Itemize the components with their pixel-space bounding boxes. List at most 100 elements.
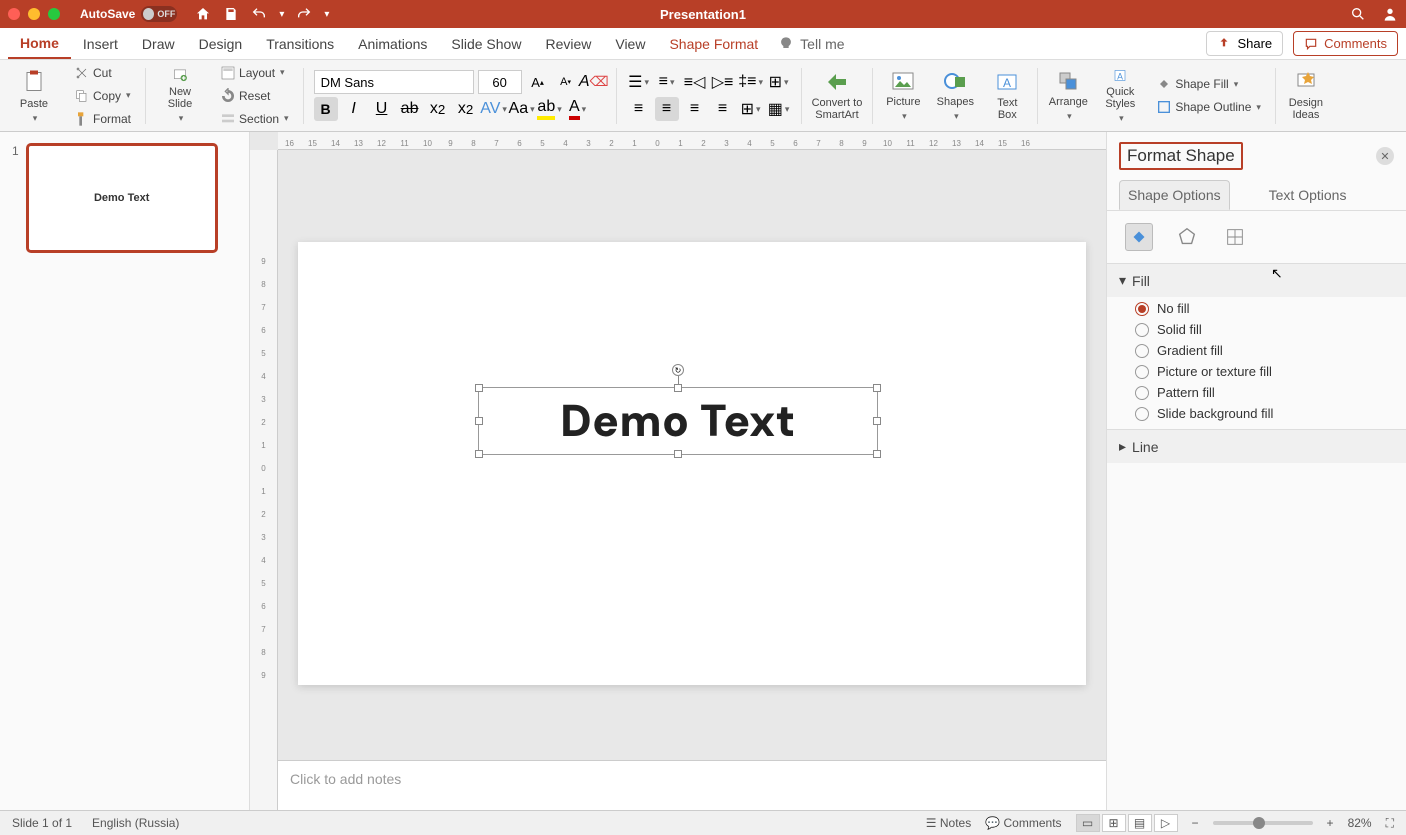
columns-button[interactable]: ▦▾ xyxy=(767,97,791,121)
arrange-button[interactable]: Arrange▾ xyxy=(1044,66,1092,126)
shapes-button[interactable]: Shapes▾ xyxy=(931,66,979,126)
resize-handle[interactable] xyxy=(475,450,483,458)
fill-pattern-radio[interactable]: Pattern fill xyxy=(1135,385,1394,400)
language-indicator[interactable]: English (Russia) xyxy=(92,816,179,830)
fit-window-button[interactable]: ⛶ xyxy=(1386,816,1394,831)
maximize-window-icon[interactable] xyxy=(48,8,60,20)
quick-styles-button[interactable]: A Quick Styles▾ xyxy=(1096,66,1144,126)
tab-shape-format[interactable]: Shape Format xyxy=(657,30,770,58)
chevron-down-icon[interactable]: ▾ xyxy=(279,9,284,20)
align-center-button[interactable]: ≡ xyxy=(655,97,679,121)
tab-review[interactable]: Review xyxy=(533,30,603,58)
tab-transitions[interactable]: Transitions xyxy=(254,30,346,58)
comments-toggle[interactable]: 💬 Comments xyxy=(985,816,1061,830)
slide-counter[interactable]: Slide 1 of 1 xyxy=(12,816,72,830)
fill-section-header[interactable]: ▾Fill xyxy=(1107,264,1406,297)
increase-indent-button[interactable]: ▷≡ xyxy=(711,70,735,94)
close-window-icon[interactable] xyxy=(8,8,20,20)
section-button[interactable]: Section▾ xyxy=(216,109,293,129)
bold-button[interactable]: B xyxy=(314,97,338,121)
format-painter-button[interactable]: Format xyxy=(70,109,135,129)
tab-design[interactable]: Design xyxy=(187,30,255,58)
char-spacing-button[interactable]: AV▾ xyxy=(482,97,506,121)
resize-handle[interactable] xyxy=(475,417,483,425)
sorter-view-button[interactable]: ⊞ xyxy=(1102,814,1126,832)
rotate-handle[interactable]: ↻ xyxy=(672,364,684,376)
new-slide-button[interactable]: New Slide▾ xyxy=(156,66,204,126)
convert-smartart-button[interactable]: Convert to SmartArt xyxy=(808,66,867,126)
zoom-in-button[interactable]: + xyxy=(1327,816,1334,830)
align-vert-button[interactable]: ⊞▾ xyxy=(739,97,763,121)
resize-handle[interactable] xyxy=(674,384,682,392)
effects-icon[interactable] xyxy=(1173,223,1201,251)
zoom-out-button[interactable]: − xyxy=(1192,816,1199,830)
superscript-button[interactable]: x2 xyxy=(426,97,450,121)
minimize-window-icon[interactable] xyxy=(28,8,40,20)
text-options-tab[interactable]: Text Options xyxy=(1260,180,1356,210)
comments-button[interactable]: Comments xyxy=(1293,31,1398,56)
copy-button[interactable]: Copy▾ xyxy=(70,86,135,106)
cut-button[interactable]: Cut xyxy=(70,63,135,83)
design-ideas-button[interactable]: Design Ideas xyxy=(1282,66,1330,126)
resize-handle[interactable] xyxy=(674,450,682,458)
fill-slidebg-radio[interactable]: Slide background fill xyxy=(1135,406,1394,421)
paste-button[interactable]: Paste▾ xyxy=(10,66,58,126)
slide-canvas[interactable]: ↻ Demo Text xyxy=(298,242,1086,685)
shape-fill-button[interactable]: Shape Fill▾ xyxy=(1152,74,1265,94)
redo-icon[interactable] xyxy=(296,6,312,22)
fill-picture-radio[interactable]: Picture or texture fill xyxy=(1135,364,1394,379)
tab-home[interactable]: Home xyxy=(8,29,71,59)
fill-gradient-radio[interactable]: Gradient fill xyxy=(1135,343,1394,358)
home-icon[interactable] xyxy=(195,6,211,22)
slideshow-view-button[interactable]: ▷ xyxy=(1154,814,1178,832)
reset-button[interactable]: Reset xyxy=(216,86,293,106)
picture-button[interactable]: Picture▾ xyxy=(879,66,927,126)
normal-view-button[interactable]: ▭ xyxy=(1076,814,1100,832)
fill-solid-radio[interactable]: Solid fill xyxy=(1135,322,1394,337)
undo-icon[interactable] xyxy=(251,6,267,22)
save-icon[interactable] xyxy=(223,6,239,22)
italic-button[interactable]: I xyxy=(342,97,366,121)
notes-area[interactable]: Click to add notes xyxy=(278,760,1106,810)
strikethrough-button[interactable]: ab xyxy=(398,97,422,121)
tab-slideshow[interactable]: Slide Show xyxy=(439,30,533,58)
share-button[interactable]: Share xyxy=(1206,31,1283,56)
shape-options-tab[interactable]: Shape Options xyxy=(1119,180,1230,210)
layout-button[interactable]: Layout▾ xyxy=(216,63,293,83)
underline-button[interactable]: U xyxy=(370,97,394,121)
zoom-slider[interactable] xyxy=(1213,821,1313,825)
highlight-button[interactable]: ab▾ xyxy=(538,97,562,121)
numbering-button[interactable]: ≡▾ xyxy=(655,70,679,94)
autosave-toggle[interactable]: AutoSave OFF xyxy=(80,6,177,22)
tab-insert[interactable]: Insert xyxy=(71,30,130,58)
textbox-button[interactable]: A Text Box xyxy=(983,66,1031,126)
text-shape[interactable]: ↻ Demo Text xyxy=(478,387,878,455)
reading-view-button[interactable]: ▤ xyxy=(1128,814,1152,832)
resize-handle[interactable] xyxy=(475,384,483,392)
chevron-down-icon[interactable]: ▾ xyxy=(324,9,329,20)
resize-handle[interactable] xyxy=(873,384,881,392)
justify-button[interactable]: ≡ xyxy=(711,97,735,121)
bullets-button[interactable]: ☰▾ xyxy=(627,70,651,94)
font-size-input[interactable] xyxy=(478,70,522,94)
resize-handle[interactable] xyxy=(873,417,881,425)
tellme-search[interactable]: Tell me xyxy=(778,36,844,52)
decrease-indent-button[interactable]: ≡◁ xyxy=(683,70,707,94)
tab-view[interactable]: View xyxy=(603,30,657,58)
subscript-button[interactable]: x2 xyxy=(454,97,478,121)
line-spacing-button[interactable]: ‡≡▾ xyxy=(739,70,763,94)
zoom-level[interactable]: 82% xyxy=(1348,816,1372,830)
font-color-button[interactable]: A▾ xyxy=(566,97,590,121)
slide-thumbnail[interactable]: Demo Text xyxy=(27,144,217,252)
fill-nofill-radio[interactable]: No fill xyxy=(1135,301,1394,316)
tab-animations[interactable]: Animations xyxy=(346,30,439,58)
text-direction-button[interactable]: ⊞▾ xyxy=(767,70,791,94)
clear-format-button[interactable]: A⌫ xyxy=(582,70,606,94)
change-case-button[interactable]: Aa▾ xyxy=(510,97,534,121)
align-left-button[interactable]: ≡ xyxy=(627,97,651,121)
close-pane-button[interactable]: ✕ xyxy=(1376,147,1394,165)
account-icon[interactable] xyxy=(1382,6,1398,22)
notes-toggle[interactable]: ☰ Notes xyxy=(926,816,971,830)
fill-line-icon[interactable] xyxy=(1125,223,1153,251)
size-props-icon[interactable] xyxy=(1221,223,1249,251)
